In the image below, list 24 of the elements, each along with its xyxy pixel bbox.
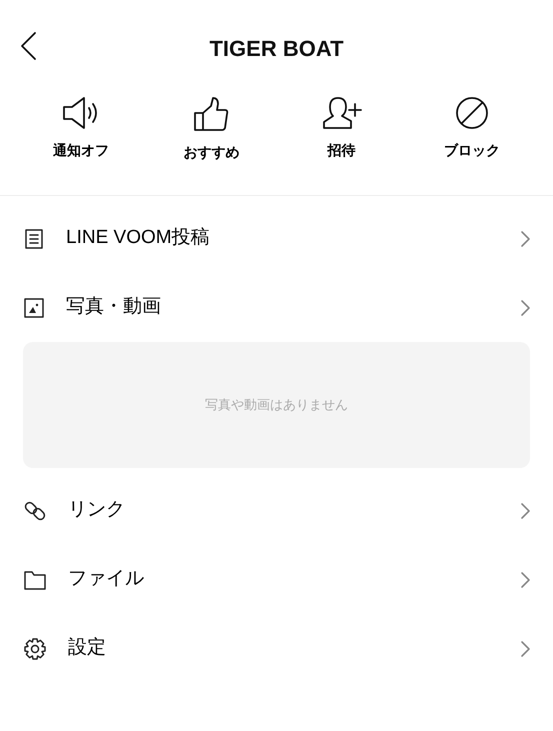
menu-item[interactable]: 写真・動画 (0, 273, 553, 342)
menu-item[interactable]: ファイル (0, 545, 553, 614)
empty-message: 写真や動画はありません (205, 396, 348, 414)
menu-item[interactable]: リンク (0, 476, 553, 545)
chevron-right-icon (520, 298, 531, 316)
prohibited-icon (454, 96, 489, 130)
chevron-right-icon (520, 570, 531, 588)
chevron-right-icon (520, 230, 531, 248)
chat-title: TIGER BOAT (209, 35, 344, 63)
document-icon (24, 228, 44, 248)
folder-icon (24, 570, 46, 590)
image-icon (24, 298, 44, 318)
chevron-right-icon (520, 502, 531, 520)
chevron-right-icon (520, 640, 531, 658)
action-button[interactable]: 通知オフ (16, 96, 146, 161)
link-icon (24, 500, 46, 522)
menu-item[interactable]: LINE VOOM投稿 (0, 204, 553, 273)
thumbs-up-icon (193, 96, 230, 132)
settings-icon (24, 638, 46, 660)
action-button[interactable]: おすすめ (146, 96, 276, 163)
add-person-icon (322, 96, 362, 130)
action-button[interactable]: 招待 (276, 96, 407, 161)
action-button[interactable]: ブロック (406, 96, 537, 161)
menu-item[interactable]: 設定 (0, 614, 553, 683)
